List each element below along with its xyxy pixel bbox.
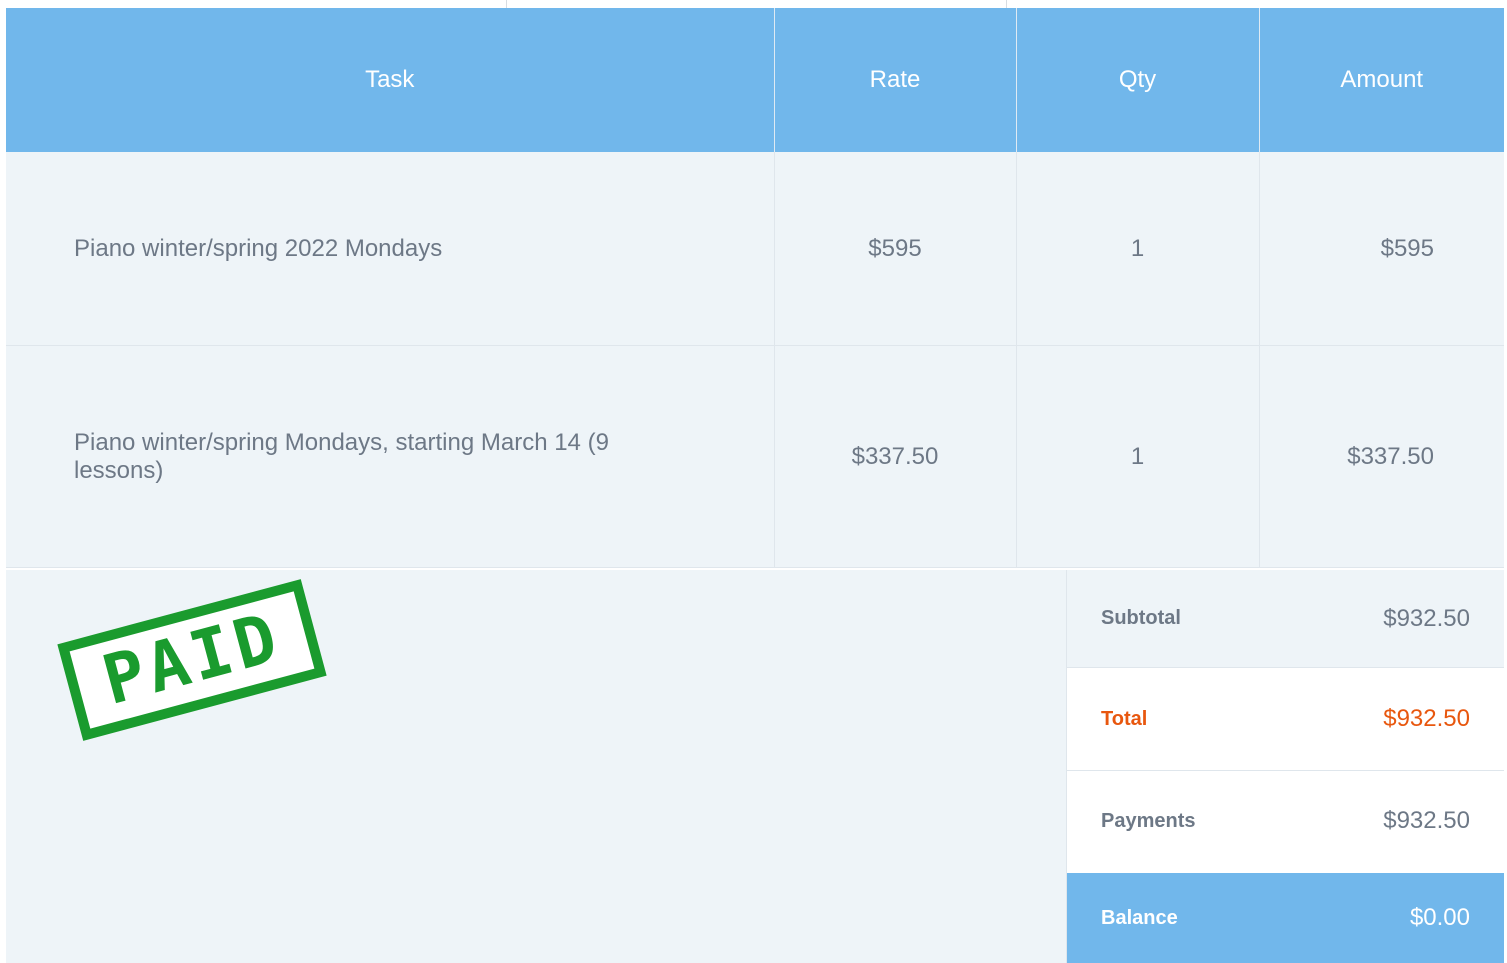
table-header-row: Task Rate Qty Amount xyxy=(6,8,1504,152)
payments-label: Payments xyxy=(1101,809,1196,832)
amount-cell: $595 xyxy=(1259,152,1504,346)
subtotal-label: Subtotal xyxy=(1101,607,1181,629)
top-strip xyxy=(0,0,1507,8)
divider xyxy=(506,0,507,8)
balance-row: Balance $0.00 xyxy=(1067,871,1504,963)
rate-cell: $595 xyxy=(774,152,1017,346)
balance-label: Balance xyxy=(1101,906,1178,929)
header-task: Task xyxy=(6,8,775,152)
totals-panel: Subtotal $932.50 Total $932.50 Payments … xyxy=(1066,570,1504,963)
total-row: Total $932.50 xyxy=(1067,668,1504,771)
subtotal-value: $932.50 xyxy=(1383,604,1470,632)
table-row: Piano winter/spring 2022 Mondays $595 1 … xyxy=(6,152,1504,346)
payments-row: Payments $932.50 xyxy=(1067,771,1504,871)
qty-cell: 1 xyxy=(1016,152,1260,346)
invoice-page: Task Rate Qty Amount Piano winter/spring… xyxy=(0,0,1507,963)
payments-value: $932.50 xyxy=(1383,807,1470,834)
qty-cell: 1 xyxy=(1016,345,1260,568)
divider xyxy=(1006,0,1007,8)
header-qty: Qty xyxy=(1016,8,1260,152)
subtotal-row: Subtotal $932.50 xyxy=(1067,570,1504,668)
rate-cell: $337.50 xyxy=(774,345,1017,568)
header-rate: Rate xyxy=(774,8,1017,152)
line-items-table: Task Rate Qty Amount Piano winter/spring… xyxy=(6,8,1504,568)
task-cell: Piano winter/spring 2022 Mondays xyxy=(6,152,775,346)
amount-cell: $337.50 xyxy=(1259,345,1504,568)
table-row: Piano winter/spring Mondays, starting Ma… xyxy=(6,345,1504,568)
header-amount: Amount xyxy=(1259,8,1504,152)
task-cell: Piano winter/spring Mondays, starting Ma… xyxy=(6,345,775,568)
total-value: $932.50 xyxy=(1383,705,1470,732)
balance-value: $0.00 xyxy=(1409,904,1470,931)
total-label: Total xyxy=(1101,707,1148,730)
